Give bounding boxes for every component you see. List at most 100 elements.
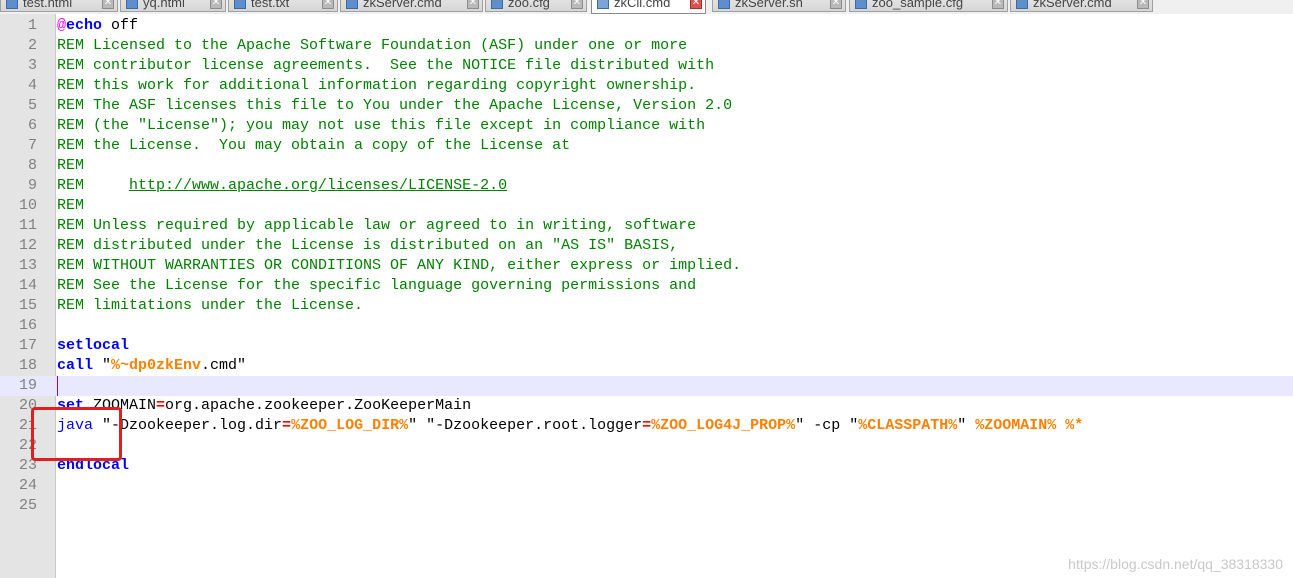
code-text: REM distributed under the License is dis… bbox=[57, 236, 678, 256]
line-number: 25 bbox=[18, 497, 37, 514]
token-var: %ZOO_LOG4J_PROP% bbox=[651, 417, 796, 434]
code-line[interactable]: 8 REM bbox=[0, 156, 1293, 176]
code-text: REM bbox=[57, 196, 84, 216]
close-tab-icon[interactable]: ✕ bbox=[690, 0, 702, 9]
token-op: = bbox=[642, 417, 652, 434]
code-text: REM The ASF licenses this file to You un… bbox=[57, 96, 732, 116]
line-number: 13 bbox=[18, 257, 37, 274]
tab-label: zkServer.cmd bbox=[363, 0, 442, 10]
line-number: 14 bbox=[18, 277, 37, 294]
line-number: 7 bbox=[27, 137, 37, 154]
close-tab-icon[interactable]: ✕ bbox=[322, 0, 334, 9]
code-line[interactable]: 21 java "-Dzookeeper.log.dir=%ZOO_LOG_DIR… bbox=[0, 416, 1293, 436]
token-url: http://www.apache.org/licenses/LICENSE-2… bbox=[129, 177, 508, 194]
close-tab-icon[interactable]: ✕ bbox=[571, 0, 583, 9]
tab-label: zoo_sample.cfg bbox=[872, 0, 964, 10]
code-line[interactable]: 3 REM contributor license agreements. See… bbox=[0, 56, 1293, 76]
code-line[interactable]: 13 REM WITHOUT WARRANTIES OR CONDITIONS O… bbox=[0, 256, 1293, 276]
token-var: %ZOO_LOG_DIR% bbox=[291, 417, 409, 434]
code-text: REM WITHOUT WARRANTIES OR CONDITIONS OF … bbox=[57, 256, 741, 276]
file-icon bbox=[718, 0, 730, 9]
token-rem: REM limitations under the License. bbox=[57, 297, 364, 314]
code-line[interactable]: 14 REM See the License for the specific l… bbox=[0, 276, 1293, 296]
line-number: 18 bbox=[18, 357, 37, 374]
token-rem: REM distributed under the License is dis… bbox=[57, 237, 679, 254]
code-text: @echo off bbox=[57, 16, 138, 36]
code-line[interactable]: 17 setlocal bbox=[0, 336, 1293, 356]
file-icon bbox=[6, 0, 18, 9]
text-caret bbox=[57, 376, 58, 396]
code-text: REM (the "License"); you may not use thi… bbox=[57, 116, 705, 136]
token-plain: off bbox=[102, 17, 139, 34]
token-op: = bbox=[282, 417, 292, 434]
tab-4[interactable]: zoo.cfg ✕ bbox=[485, 0, 587, 12]
code-line[interactable]: 6 REM (the "License"); you may not use th… bbox=[0, 116, 1293, 136]
token-rem: REM WITHOUT WARRANTIES OR CONDITIONS OF … bbox=[57, 257, 742, 274]
file-icon bbox=[855, 0, 867, 9]
code-line[interactable]: 24 bbox=[0, 476, 1293, 496]
tab-0[interactable]: test.html ✕ bbox=[0, 0, 118, 12]
tab-2[interactable]: test.txt ✕ bbox=[228, 0, 338, 12]
line-number: 4 bbox=[27, 77, 37, 94]
tab-3[interactable]: zkServer.cmd ✕ bbox=[340, 0, 483, 12]
token-rem: REM bbox=[57, 157, 85, 174]
code-line[interactable]: 5 REM The ASF licenses this file to You u… bbox=[0, 96, 1293, 116]
code-text: java "-Dzookeeper.log.dir=%ZOO_LOG_DIR%"… bbox=[57, 416, 1083, 436]
token-rem: REM contributor license agreements. See … bbox=[57, 57, 715, 74]
code-line[interactable]: 1 @echo off bbox=[0, 16, 1293, 36]
code-line[interactable]: 15 REM limitations under the License. bbox=[0, 296, 1293, 316]
token-plain: " bbox=[957, 417, 976, 434]
code-text: REM the License. You may obtain a copy o… bbox=[57, 136, 570, 156]
line-number: 19 bbox=[18, 377, 37, 394]
tab-6[interactable]: zkServer.sh ✕ bbox=[712, 0, 846, 12]
code-line[interactable]: 25 bbox=[0, 496, 1293, 516]
code-line[interactable]: 11 REM Unless required by applicable law … bbox=[0, 216, 1293, 236]
code-line[interactable]: 7 REM the License. You may obtain a copy … bbox=[0, 136, 1293, 156]
file-icon bbox=[126, 0, 138, 9]
close-tab-icon[interactable]: ✕ bbox=[1137, 0, 1149, 9]
line-number: 8 bbox=[27, 157, 37, 174]
code-line[interactable]: 19 bbox=[0, 376, 1293, 396]
token-at: @ bbox=[57, 17, 67, 34]
tab-8[interactable]: zkServer.cmd ✕ bbox=[1010, 0, 1153, 12]
code-line[interactable]: 20 set ZOOMAIN=org.apache.zookeeper.ZooKe… bbox=[0, 396, 1293, 416]
code-line[interactable]: 2 REM Licensed to the Apache Software Fou… bbox=[0, 36, 1293, 56]
close-tab-icon[interactable]: ✕ bbox=[467, 0, 479, 9]
token-rem: REM the License. You may obtain a copy o… bbox=[57, 137, 571, 154]
code-line[interactable]: 16 bbox=[0, 316, 1293, 336]
code-text: call "%~dp0zkEnv.cmd" bbox=[57, 356, 246, 376]
token-rem: REM bbox=[57, 197, 85, 214]
code-line[interactable]: 10 REM bbox=[0, 196, 1293, 216]
tab-label: zkServer.sh bbox=[735, 0, 803, 10]
code-line[interactable]: 18 call "%~dp0zkEnv.cmd" bbox=[0, 356, 1293, 376]
code-text: REM limitations under the License. bbox=[57, 296, 363, 316]
code-line[interactable]: 9 REM http://www.apache.org/licenses/LICE… bbox=[0, 176, 1293, 196]
token-rem: REM (the "License"); you may not use thi… bbox=[57, 117, 706, 134]
code-line[interactable]: 12 REM distributed under the License is d… bbox=[0, 236, 1293, 256]
close-tab-icon[interactable]: ✕ bbox=[102, 0, 114, 9]
close-tab-icon[interactable]: ✕ bbox=[830, 0, 842, 9]
code-line[interactable]: 22 bbox=[0, 436, 1293, 456]
tab-5[interactable]: zkCli.cmd ✕ bbox=[591, 0, 706, 14]
code-editor[interactable]: 1 @echo off 2 REM Licensed to the Apache So… bbox=[0, 14, 1293, 578]
token-rem: REM See the License for the specific lan… bbox=[57, 277, 697, 294]
tab-1[interactable]: yq.html ✕ bbox=[120, 0, 226, 12]
close-tab-icon[interactable]: ✕ bbox=[210, 0, 222, 9]
code-text: setlocal bbox=[57, 336, 129, 356]
file-icon bbox=[491, 0, 503, 9]
close-tab-icon[interactable]: ✕ bbox=[992, 0, 1004, 9]
code-line[interactable]: 4 REM this work for additional informatio… bbox=[0, 76, 1293, 96]
code-text: REM this work for additional information… bbox=[57, 76, 696, 96]
code-line[interactable]: 23 endlocal bbox=[0, 456, 1293, 476]
line-number: 24 bbox=[18, 477, 37, 494]
token-plain: org.apache.zookeeper.ZooKeeperMain bbox=[165, 397, 472, 414]
file-icon bbox=[234, 0, 246, 9]
tab-7[interactable]: zoo_sample.cfg ✕ bbox=[849, 0, 1008, 12]
tab-label: yq.html bbox=[143, 0, 185, 10]
file-icon bbox=[597, 0, 609, 9]
line-number: 9 bbox=[27, 177, 37, 194]
token-plain: .cmd" bbox=[201, 357, 247, 374]
token-rem: REM Unless required by applicable law or… bbox=[57, 217, 697, 234]
line-number: 15 bbox=[18, 297, 37, 314]
